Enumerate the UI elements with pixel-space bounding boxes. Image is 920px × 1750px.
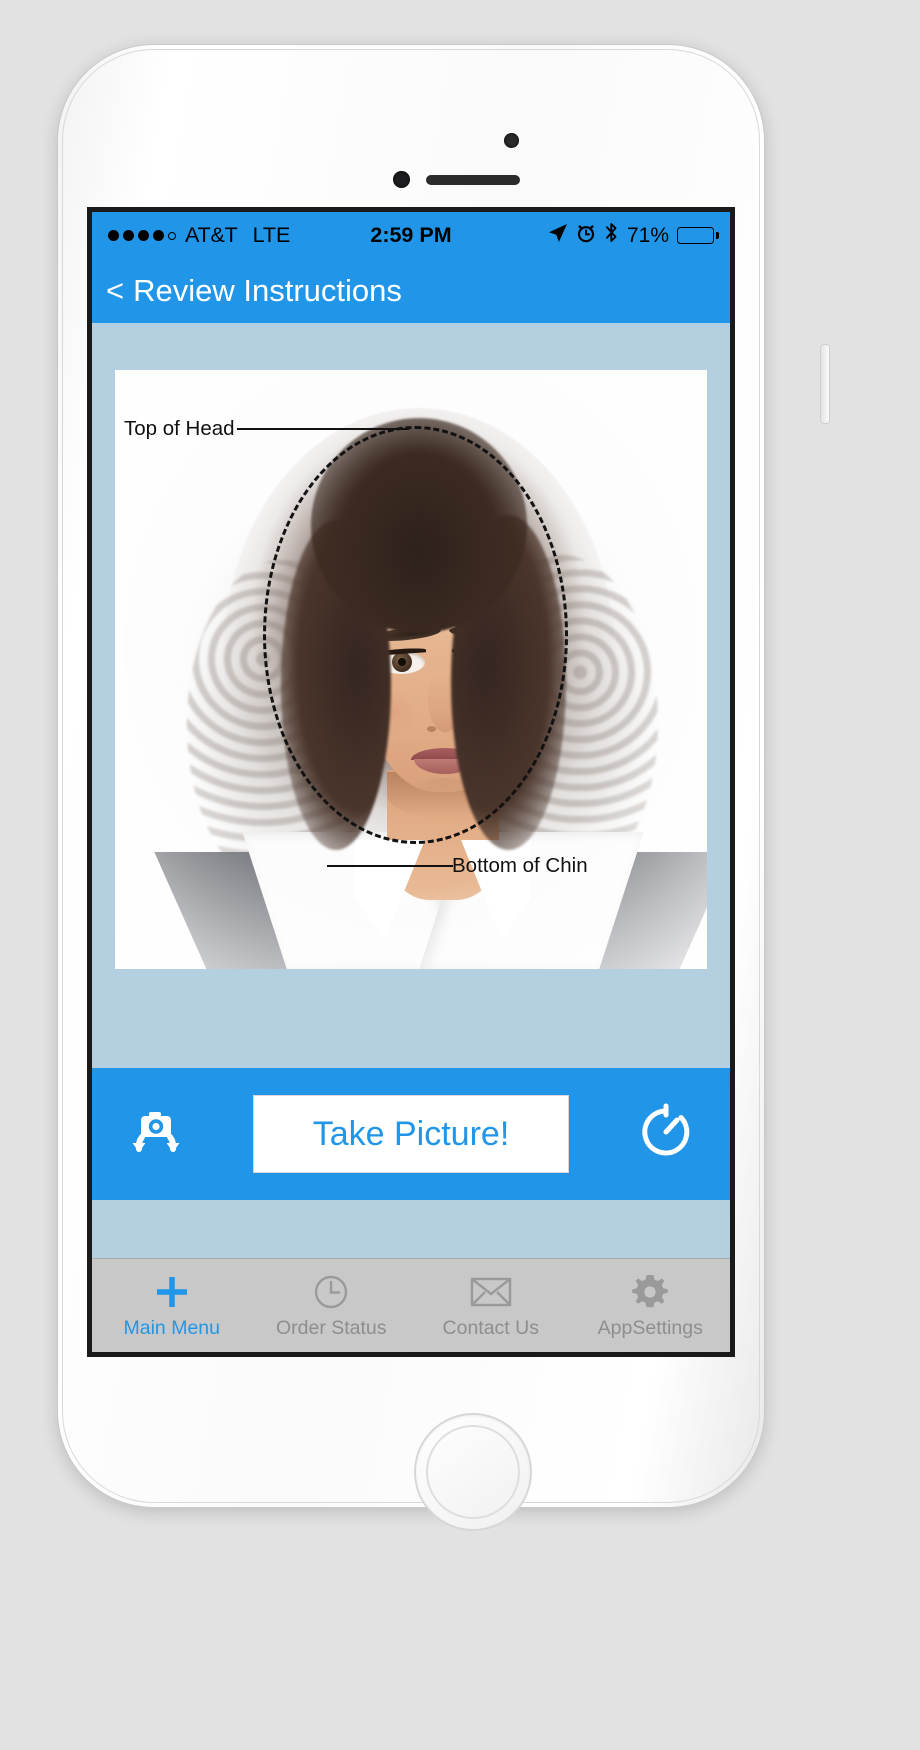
tab-app-settings-label: AppSettings: [597, 1316, 703, 1339]
gear-icon: [630, 1272, 670, 1312]
tab-order-status[interactable]: Order Status: [252, 1259, 412, 1352]
timer-icon: [635, 1101, 697, 1168]
signal-strength-icon: [108, 230, 176, 241]
status-bar-right: 71%: [548, 222, 719, 249]
switch-camera-button[interactable]: [114, 1104, 198, 1165]
tab-contact-us[interactable]: Contact Us: [411, 1259, 571, 1352]
tab-main-menu[interactable]: Main Menu: [92, 1259, 252, 1352]
status-bar: AT&T LTE 2:59 PM 71%: [92, 212, 730, 259]
plus-icon: [153, 1272, 191, 1312]
battery-percentage-label: 71%: [626, 223, 669, 247]
phone-screen: AT&T LTE 2:59 PM 71% < Review Instructio…: [92, 212, 730, 1352]
tab-main-menu-label: Main Menu: [123, 1316, 220, 1339]
portrait-photo: [115, 370, 707, 969]
tab-bar: Main Menu Order Status Contact Us AppSet…: [92, 1258, 730, 1352]
clock-icon: [312, 1272, 350, 1312]
front-camera-lens: [504, 133, 519, 148]
back-button[interactable]: < Review Instructions: [106, 273, 402, 309]
navigation-bar: < Review Instructions: [92, 259, 730, 323]
bottom-spacer: [92, 1200, 730, 1258]
bottom-of-chin-label: Bottom of Chin: [452, 854, 588, 877]
top-of-head-leader-line: [237, 428, 409, 430]
network-type-label: LTE: [252, 223, 291, 247]
bluetooth-icon: [604, 222, 619, 249]
status-bar-left: AT&T LTE: [108, 223, 290, 248]
envelope-icon: [470, 1272, 512, 1312]
tab-order-status-label: Order Status: [275, 1316, 387, 1339]
carrier-label: AT&T: [185, 223, 238, 247]
content-area: Top of Head Bottom of Chin: [92, 323, 730, 1068]
bottom-of-chin-leader-line: [327, 865, 453, 867]
take-picture-label: Take Picture!: [312, 1114, 510, 1153]
home-button-ring: [426, 1425, 520, 1519]
power-button[interactable]: [821, 345, 829, 423]
page-title: Review Instructions: [133, 273, 402, 308]
tab-contact-us-label: Contact Us: [442, 1316, 539, 1339]
tab-app-settings[interactable]: AppSettings: [571, 1259, 731, 1352]
camera-action-bar: Take Picture!: [92, 1068, 730, 1200]
home-button[interactable]: [416, 1415, 530, 1529]
proximity-sensor: [393, 171, 410, 188]
battery-icon: [677, 227, 719, 244]
back-chevron-icon: <: [106, 273, 125, 308]
timer-button[interactable]: [624, 1101, 708, 1168]
alarm-clock-icon: [576, 223, 596, 249]
top-of-head-label: Top of Head: [124, 417, 235, 440]
location-arrow-icon: [548, 223, 568, 249]
photo-preview-card[interactable]: Top of Head Bottom of Chin: [115, 370, 707, 969]
earpiece-speaker: [426, 175, 520, 185]
take-picture-button[interactable]: Take Picture!: [253, 1095, 569, 1173]
switch-camera-icon: [121, 1104, 191, 1165]
